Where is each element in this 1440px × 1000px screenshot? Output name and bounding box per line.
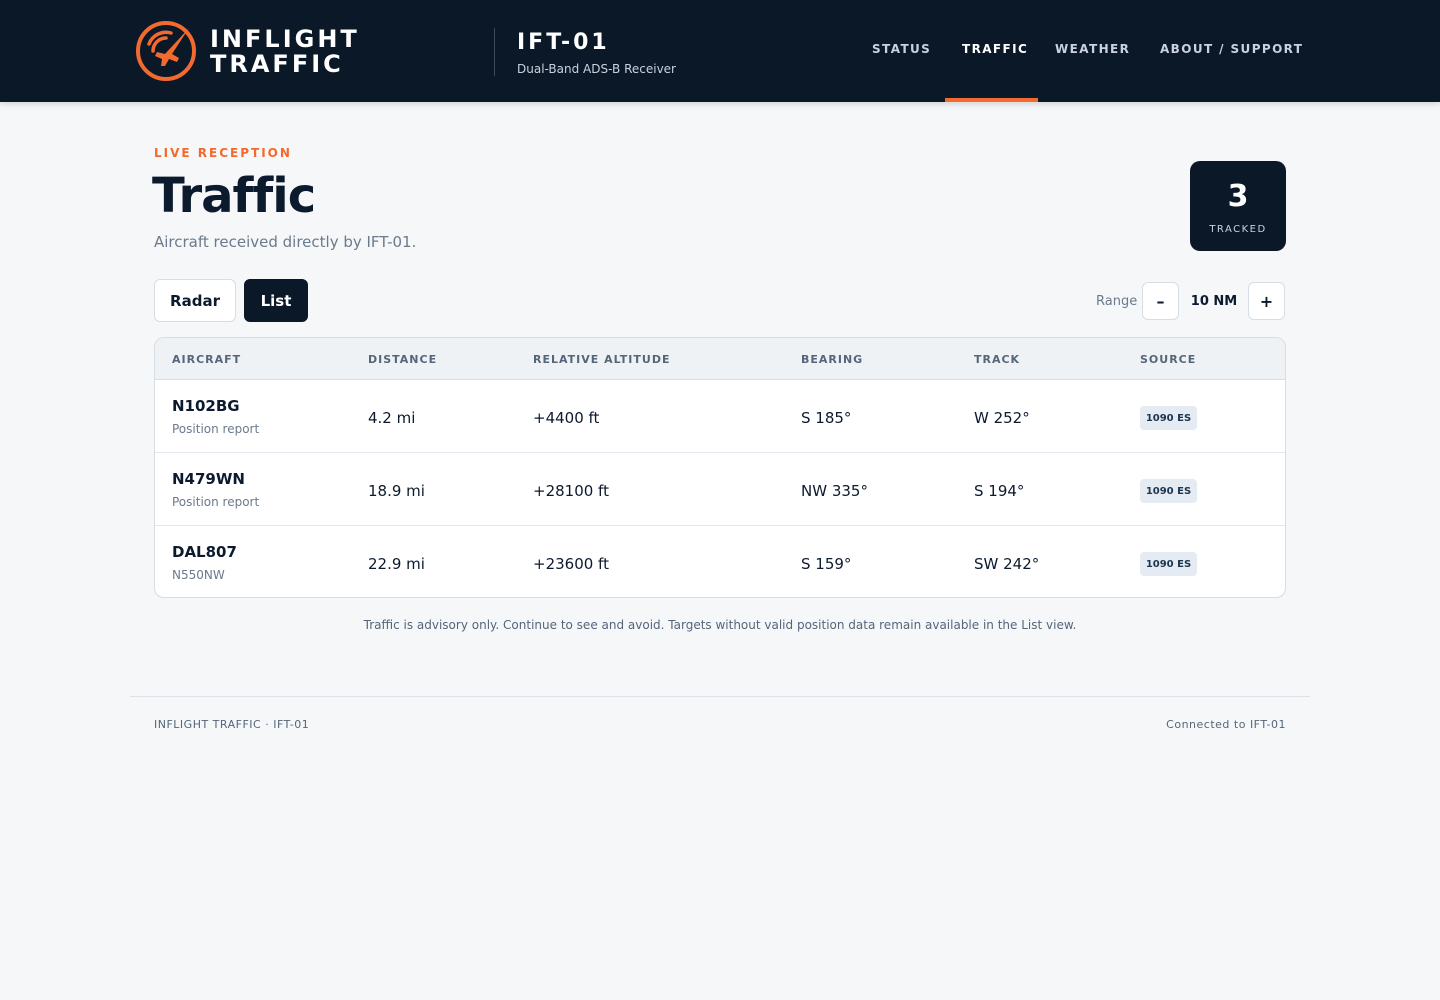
range-value: 10 NM xyxy=(1190,294,1238,309)
range-label: Range xyxy=(1096,294,1138,309)
track-cell: W 252° xyxy=(974,409,1030,427)
nav-item-about-support[interactable]: ABOUT / SUPPORT xyxy=(1160,42,1303,58)
device-subtitle: Dual-Band ADS-B Receiver xyxy=(517,62,676,76)
nav-item-traffic[interactable]: TRAFFIC xyxy=(962,42,1028,58)
brand-wordmark[interactable]: INFLIGHT TRAFFIC xyxy=(210,27,360,77)
altitude-cell: +28100 ft xyxy=(533,482,609,500)
bearing-cell: S 185° xyxy=(801,409,852,427)
source-badge: 1090 ES xyxy=(1140,552,1197,576)
distance-cell: 18.9 mi xyxy=(368,482,425,500)
nav-item-status[interactable]: STATUS xyxy=(872,42,931,58)
footer-divider xyxy=(130,696,1310,697)
distance-cell: 4.2 mi xyxy=(368,409,416,427)
altitude-cell: +4400 ft xyxy=(533,409,600,427)
column-header-bearing: BEARING xyxy=(801,353,864,366)
column-header-track: TRACK xyxy=(974,353,1021,366)
radar-view-button[interactable]: Radar xyxy=(154,279,236,322)
aircraft-id: DAL807 xyxy=(172,543,237,561)
altitude-cell: +23600 ft xyxy=(533,555,609,573)
source-badge: 1090 ES xyxy=(1140,406,1197,430)
table-header: AIRCRAFT DISTANCE RELATIVE ALTITUDE BEAR… xyxy=(155,338,1285,380)
range-decrease-button[interactable]: – xyxy=(1142,282,1179,320)
page-subtitle: Aircraft received directly by IFT-01. xyxy=(154,233,417,251)
connection-status: Connected to IFT-01 xyxy=(1166,718,1286,731)
bearing-cell: NW 335° xyxy=(801,482,868,500)
column-header-distance: DISTANCE xyxy=(368,353,438,366)
aircraft-detail: Position report xyxy=(172,495,260,509)
aircraft-detail: Position report xyxy=(172,422,260,436)
bearing-cell: S 159° xyxy=(801,555,852,573)
table-row[interactable]: DAL807 N550NW 22.9 mi +23600 ft S 159° S… xyxy=(155,526,1285,597)
aircraft-detail: N550NW xyxy=(172,568,225,582)
brand-line-2: TRAFFIC xyxy=(210,50,344,78)
list-view-button[interactable]: List xyxy=(244,279,308,322)
device-id: IFT-01 xyxy=(517,30,610,55)
range-increase-button[interactable]: + xyxy=(1248,282,1285,320)
track-cell: S 194° xyxy=(974,482,1025,500)
nav-item-weather[interactable]: WEATHER xyxy=(1055,42,1130,58)
page-title: Traffic xyxy=(152,168,316,224)
table-row[interactable]: N479WN Position report 18.9 mi +28100 ft… xyxy=(155,453,1285,526)
track-cell: SW 242° xyxy=(974,555,1040,573)
advisory-note: Traffic is advisory only. Continue to se… xyxy=(363,618,1077,632)
distance-cell: 22.9 mi xyxy=(368,555,425,573)
aircraft-id: N479WN xyxy=(172,470,245,488)
header-divider xyxy=(494,28,495,76)
tracked-count-card: 3 TRACKED xyxy=(1190,161,1286,251)
footer-brand: INFLIGHT TRAFFIC · IFT-01 xyxy=(154,718,310,731)
traffic-table: AIRCRAFT DISTANCE RELATIVE ALTITUDE BEAR… xyxy=(154,337,1286,598)
column-header-relative-altitude: RELATIVE ALTITUDE xyxy=(533,353,671,366)
top-navigation-bar: INFLIGHT TRAFFIC IFT-01 Dual-Band ADS-B … xyxy=(0,0,1440,102)
aircraft-id: N102BG xyxy=(172,397,240,415)
page-kicker: LIVE RECEPTION xyxy=(154,146,292,160)
column-header-source: SOURCE xyxy=(1140,353,1197,366)
tracked-label: TRACKED xyxy=(1209,224,1267,235)
table-row[interactable]: N102BG Position report 4.2 mi +4400 ft S… xyxy=(155,380,1285,453)
compass-plane-logo-icon[interactable] xyxy=(135,20,197,82)
brand-line-1: INFLIGHT xyxy=(210,25,360,53)
tracked-count: 3 xyxy=(1227,179,1249,214)
source-badge: 1090 ES xyxy=(1140,479,1197,503)
column-header-aircraft: AIRCRAFT xyxy=(172,353,242,366)
active-nav-indicator xyxy=(945,98,1038,102)
